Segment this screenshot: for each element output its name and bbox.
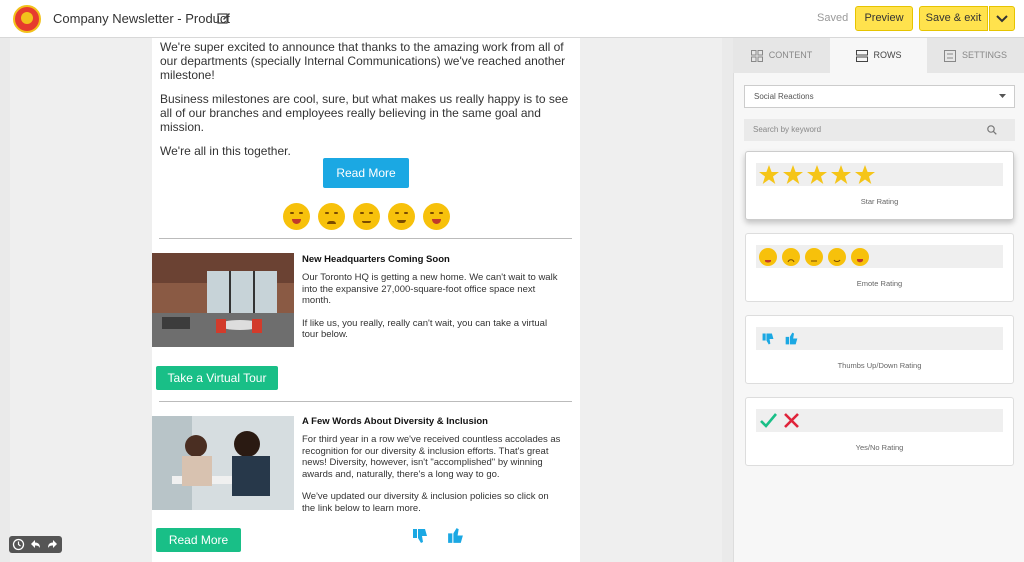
card-preview bbox=[756, 163, 1003, 186]
edit-icon[interactable] bbox=[217, 11, 231, 25]
emoji-icon[interactable] bbox=[388, 203, 415, 230]
divider bbox=[159, 401, 572, 402]
intro-text[interactable]: We're super excited to announce that tha… bbox=[160, 40, 572, 168]
intro-paragraph-3: We're all in this together. bbox=[160, 144, 291, 158]
card-preview bbox=[756, 409, 1003, 432]
grid-icon bbox=[750, 49, 763, 62]
thumbs-rating-card[interactable]: Thumbs Up/Down Rating bbox=[745, 315, 1014, 384]
tab-settings[interactable]: SETTINGS bbox=[927, 38, 1024, 73]
category-select[interactable]: Social Reactions bbox=[744, 85, 1015, 108]
emoji-icon[interactable] bbox=[283, 203, 310, 230]
meeting-photo[interactable] bbox=[152, 416, 294, 510]
read-more-button[interactable]: Read More bbox=[156, 528, 241, 552]
search-input[interactable]: Search by keyword bbox=[744, 119, 1015, 141]
thumbs-up-icon bbox=[785, 332, 798, 345]
read-more-button[interactable]: Read More bbox=[323, 158, 409, 188]
card-preview bbox=[756, 245, 1003, 268]
redo-icon[interactable] bbox=[46, 538, 59, 551]
divider bbox=[159, 238, 572, 239]
checkmark-icon bbox=[760, 413, 777, 428]
history-controls bbox=[9, 536, 62, 553]
chevron-down-icon bbox=[996, 15, 1008, 23]
tab-label: ROWS bbox=[873, 50, 902, 60]
rows-icon bbox=[855, 49, 868, 62]
intro-paragraph-2: Business milestones are cool, sure, but … bbox=[160, 92, 569, 134]
thumbs-up-icon[interactable] bbox=[446, 526, 465, 545]
thumbs-down-icon[interactable] bbox=[411, 527, 429, 545]
article-paragraph: Our Toronto HQ is getting a new home. We… bbox=[302, 272, 558, 306]
emoji-icon[interactable] bbox=[353, 203, 380, 230]
preview-button[interactable]: Preview bbox=[855, 6, 913, 31]
saved-status: Saved bbox=[817, 12, 849, 24]
search-placeholder: Search by keyword bbox=[753, 125, 822, 134]
card-label: Thumbs Up/Down Rating bbox=[837, 361, 922, 370]
undo-icon[interactable] bbox=[29, 538, 42, 551]
card-preview bbox=[756, 327, 1003, 350]
tab-label: CONTENT bbox=[768, 50, 813, 60]
article-body: Our Toronto HQ is getting a new home. We… bbox=[302, 272, 564, 352]
star-rating-card[interactable]: Star Rating bbox=[745, 151, 1014, 220]
dropdown-arrow-icon bbox=[999, 94, 1006, 98]
cross-icon bbox=[784, 413, 799, 428]
search-icon[interactable] bbox=[987, 125, 997, 135]
company-logo[interactable] bbox=[13, 5, 41, 33]
save-options-button[interactable] bbox=[989, 6, 1015, 31]
office-photo[interactable] bbox=[152, 253, 294, 347]
emote-rating-card[interactable]: Emote Rating bbox=[745, 233, 1014, 302]
article-paragraph: If like us, you really, really can't wai… bbox=[302, 317, 548, 341]
tab-content[interactable]: CONTENT bbox=[733, 38, 830, 73]
category-select-value: Social Reactions bbox=[754, 92, 814, 101]
thumbs-down-icon bbox=[762, 333, 774, 345]
card-label: Star Rating bbox=[860, 197, 899, 206]
top-bar: Company Newsletter - Product Saved Previ… bbox=[0, 0, 1024, 38]
article-paragraph: For third year in a row we've received c… bbox=[302, 434, 561, 480]
newsletter-title: Company Newsletter - Product bbox=[53, 11, 231, 26]
article-title: A Few Words About Diversity & Inclusion bbox=[302, 416, 488, 427]
virtual-tour-button[interactable]: Take a Virtual Tour bbox=[156, 366, 278, 390]
emoji-icon[interactable] bbox=[423, 203, 450, 230]
emoji-icon[interactable] bbox=[318, 203, 345, 230]
emote-icons bbox=[759, 248, 869, 266]
card-label: Emote Rating bbox=[856, 279, 903, 288]
star-icons bbox=[759, 165, 875, 184]
card-label: Yes/No Rating bbox=[855, 443, 904, 452]
article-paragraph: We've updated our diversity & inclusion … bbox=[302, 491, 549, 514]
panel-tabs: CONTENT ROWS SETTINGS bbox=[733, 38, 1024, 73]
tab-label: SETTINGS bbox=[961, 50, 1007, 60]
save-exit-button[interactable]: Save & exit bbox=[919, 6, 988, 31]
history-icon[interactable] bbox=[12, 538, 25, 551]
intro-paragraph-1: We're super excited to announce that tha… bbox=[160, 40, 566, 82]
yes-no-rating-card[interactable]: Yes/No Rating bbox=[745, 397, 1014, 466]
article-body: For third year in a row we've received c… bbox=[302, 434, 564, 525]
article-title: New Headquarters Coming Soon bbox=[302, 254, 450, 265]
settings-icon bbox=[943, 49, 956, 62]
tab-rows[interactable]: ROWS bbox=[830, 38, 927, 73]
